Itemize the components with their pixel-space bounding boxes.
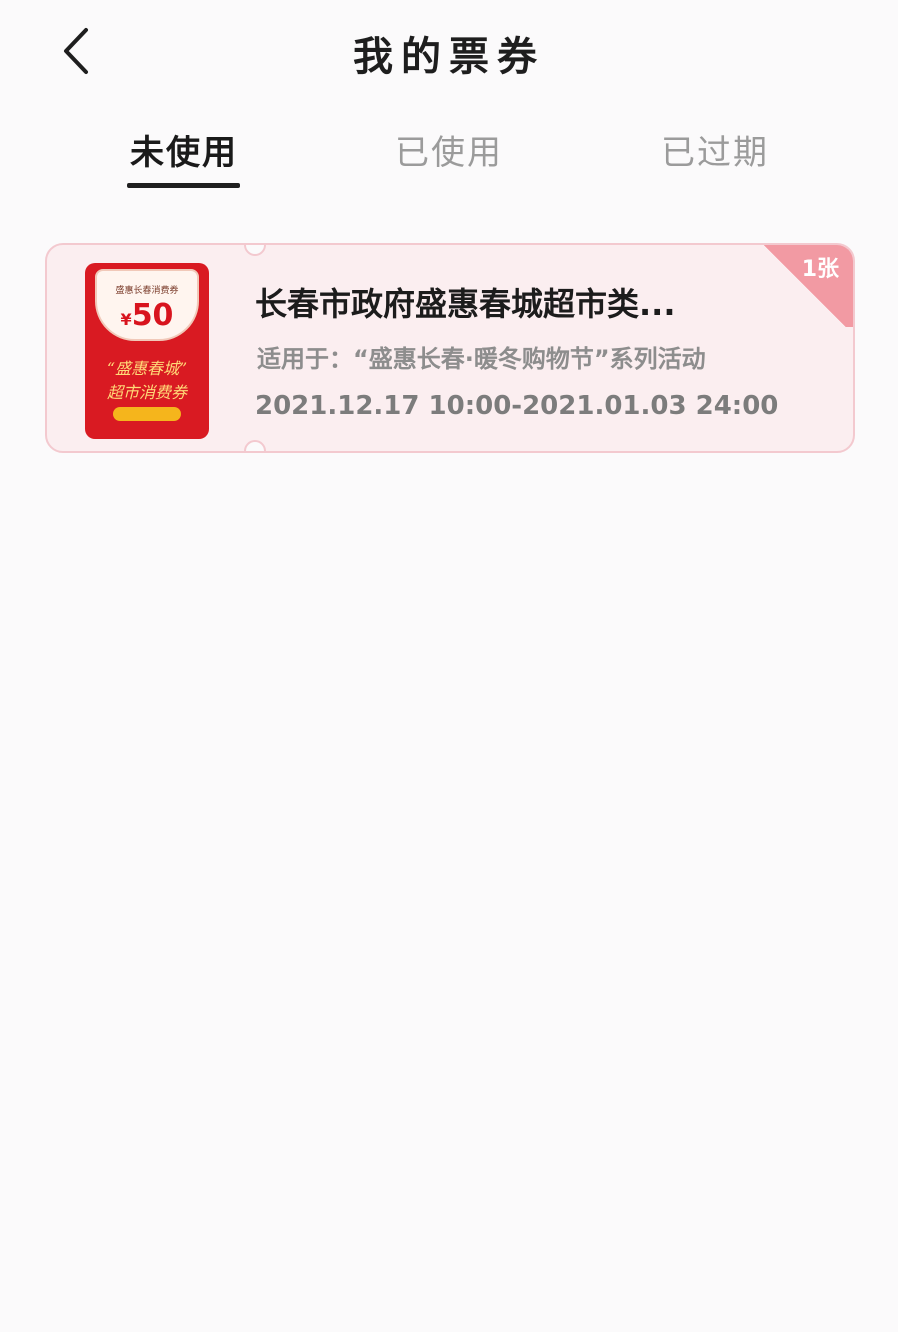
voucher-line-2: 超市消费券 (106, 383, 187, 402)
header: 我的票券 (0, 0, 898, 100)
currency-symbol: ¥ (120, 310, 132, 329)
ticket-date-range: 2021.12.17 10:00-2021.01.03 24:00 (255, 391, 779, 421)
ticket-title: 长春市政府盛惠春城超市类... (255, 285, 676, 323)
tab-expired[interactable]: 已过期 (625, 125, 805, 174)
page-title: 我的票券 (353, 34, 545, 80)
tab-unused[interactable]: 未使用 (94, 125, 274, 174)
ticket-notch-top (244, 245, 266, 256)
voucher-amount: ¥50 (97, 298, 197, 333)
voucher-line-1: “盛惠春城” (106, 359, 188, 378)
voucher-amount-value: 50 (131, 298, 174, 333)
ticket-scope-label: 适用于： (257, 345, 353, 373)
ticket-notch-bottom (244, 440, 266, 451)
count-badge-label: 1张 (801, 257, 839, 282)
ticket-card[interactable]: 1张 盛惠长春消费券 ¥50 “盛惠春城” 超市消费券 长春市政府盛惠春城超市类… (45, 243, 855, 453)
voucher-image: 盛惠长春消费券 ¥50 “盛惠春城” 超市消费券 (85, 263, 209, 439)
voucher-flap: 盛惠长春消费券 ¥50 (95, 269, 199, 341)
tab-bar: 未使用 已使用 已过期 (0, 115, 898, 195)
voucher-pill (113, 407, 181, 421)
active-tab-indicator (127, 183, 240, 188)
tab-used[interactable]: 已使用 (359, 125, 539, 174)
voucher-header-text: 盛惠长春消费券 (115, 286, 179, 296)
ticket-scope-value: “盛惠长春·暖冬购物节”系列活动 (353, 345, 706, 373)
ticket-scope: 适用于：“盛惠长春·暖冬购物节”系列活动 (257, 339, 706, 374)
